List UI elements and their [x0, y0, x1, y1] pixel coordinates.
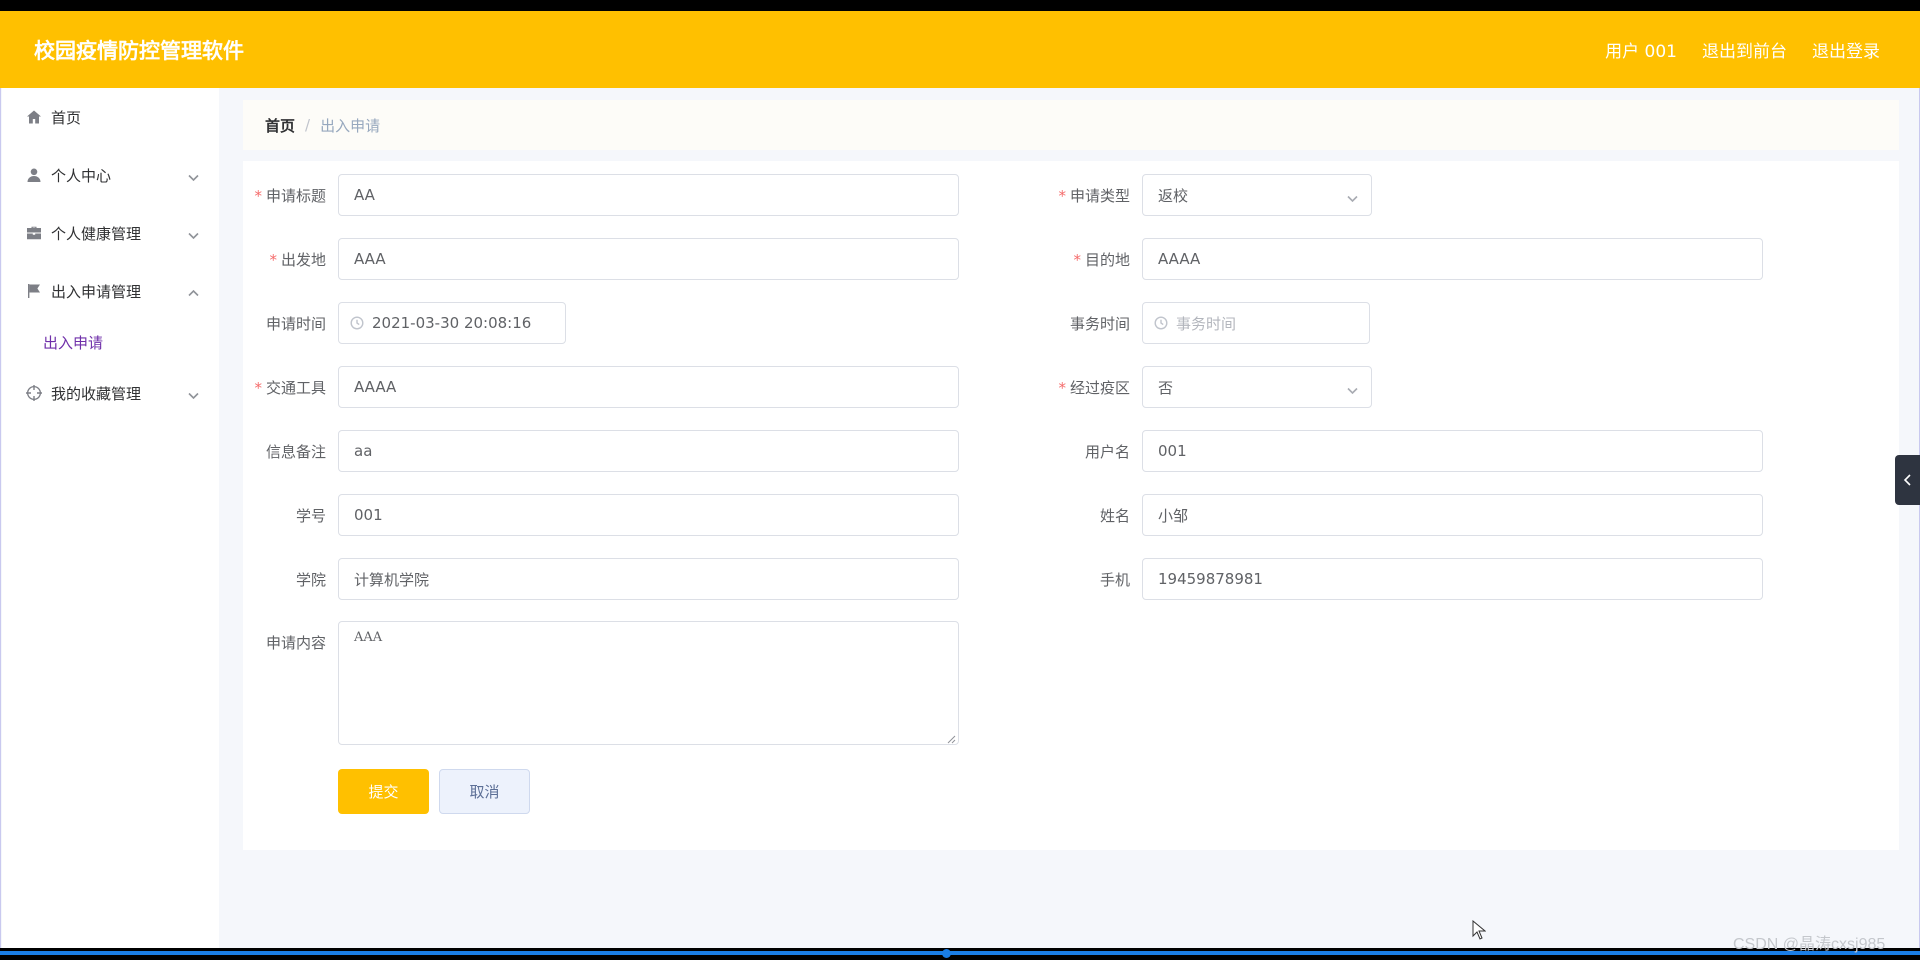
briefcase-icon: [27, 226, 41, 240]
content-textarea[interactable]: AAA: [338, 621, 959, 745]
chevron-down-icon: [1347, 190, 1358, 203]
progress-handle[interactable]: [942, 949, 951, 958]
transport-label: 交通工具: [265, 378, 326, 397]
sidebar-item-label: 出入申请管理: [51, 282, 142, 301]
field-content: 申请内容 AAA: [243, 621, 959, 745]
field-risk-area: * 经过疫区 否: [1045, 366, 1372, 408]
chevron-left-icon: [1903, 474, 1911, 486]
college-label: 学院: [295, 570, 326, 589]
chevron-down-icon: [188, 387, 199, 400]
transport-input[interactable]: AAAA: [338, 366, 959, 408]
side-panel-toggle[interactable]: [1895, 455, 1920, 505]
sidebar-item-home[interactable]: 首页: [2, 88, 219, 146]
chevron-up-icon: [188, 285, 199, 297]
app-body: 首页 个人中心 个人健康管理 出入申请管理 出入申请 我的收藏管理 首页 / 出…: [0, 88, 1920, 948]
event-time-placeholder: 事务时间: [1176, 314, 1237, 333]
content-value: AAA: [354, 630, 383, 645]
clock-icon: [1154, 316, 1168, 330]
username-label: 用户名: [1084, 442, 1130, 461]
apply-time-value: 2021-03-30 20:08:16: [372, 314, 532, 332]
field-phone: 手机 19459878981: [1045, 558, 1763, 600]
resize-handle-icon[interactable]: [947, 733, 956, 744]
field-apply-time: 申请时间 2021-03-30 20:08:16: [243, 302, 566, 344]
note-label: 信息备注: [265, 442, 326, 461]
exit-front-link[interactable]: 退出到前台: [1702, 37, 1787, 62]
flag-icon: [28, 284, 40, 298]
sidebar-item-health[interactable]: 个人健康管理: [2, 204, 219, 262]
sidebar-item-label: 个人健康管理: [51, 224, 142, 243]
target-icon: [26, 385, 42, 401]
user-icon: [27, 168, 41, 182]
risk-area-label: 经过疫区: [1069, 378, 1130, 397]
breadcrumb-home[interactable]: 首页: [265, 115, 295, 136]
sidebar-item-favorites[interactable]: 我的收藏管理: [2, 364, 219, 422]
username-input[interactable]: 001: [1142, 430, 1763, 472]
logout-link[interactable]: 退出登录: [1812, 37, 1880, 62]
field-college: 学院 计算机学院: [243, 558, 959, 600]
apply-time-picker[interactable]: 2021-03-30 20:08:16: [338, 302, 566, 344]
name-input[interactable]: 小邹: [1142, 494, 1763, 536]
field-destination: * 目的地 AAAA: [1045, 238, 1763, 280]
field-event-time: 事务时间 事务时间: [1045, 302, 1370, 344]
video-progress-bar[interactable]: [0, 951, 1920, 955]
chevron-down-icon: [1347, 382, 1358, 395]
field-departure: * 出发地 AAA: [243, 238, 959, 280]
event-time-label: 事务时间: [1069, 314, 1130, 333]
apply-type-label: 申请类型: [1069, 186, 1130, 205]
breadcrumb: 首页 / 出入申请: [243, 100, 1899, 150]
student-id-label: 学号: [295, 506, 326, 525]
sidebar-item-access-apply[interactable]: 出入申请管理: [2, 262, 219, 320]
sidebar-item-personal-center[interactable]: 个人中心: [2, 146, 219, 204]
field-name: 姓名 小邹: [1045, 494, 1763, 536]
breadcrumb-separator: /: [305, 116, 311, 134]
breadcrumb-current: 出入申请: [320, 116, 381, 135]
submit-button[interactable]: 提交: [338, 769, 429, 814]
departure-input[interactable]: AAA: [338, 238, 959, 280]
risk-area-value: 否: [1158, 378, 1174, 397]
apply-form: *申请标题 AA *申请类型 返校 *出发地 AAA *目的地 AAAA: [243, 161, 1899, 850]
apply-title-input[interactable]: AA: [338, 174, 959, 216]
apply-type-value: 返校: [1158, 186, 1189, 205]
apply-time-label: 申请时间: [265, 314, 326, 333]
mouse-cursor-icon: [1472, 919, 1487, 940]
event-time-picker[interactable]: 事务时间: [1142, 302, 1370, 344]
field-note: 信息备注 aa: [243, 430, 959, 472]
field-apply-title: * 申请标题 AA: [243, 174, 959, 216]
window-top-edge: [0, 0, 1920, 11]
app-header: 校园疫情防控管理软件 用户 001 退出到前台 退出登录: [0, 11, 1920, 88]
sidebar-item-label: 个人中心: [51, 166, 112, 185]
phone-label: 手机: [1099, 570, 1130, 589]
destination-input[interactable]: AAAA: [1142, 238, 1763, 280]
app-title: 校园疫情防控管理软件: [34, 38, 244, 63]
sidebar-item-label: 首页: [51, 108, 82, 127]
sidebar-item-label: 我的收藏管理: [51, 384, 142, 403]
name-label: 姓名: [1099, 506, 1130, 525]
main-content: 首页 / 出入申请 *申请标题 AA *申请类型 返校 *出发地 AAA: [243, 100, 1899, 850]
cancel-button[interactable]: 取消: [439, 769, 530, 814]
chevron-down-icon: [188, 169, 199, 182]
sidebar: 首页 个人中心 个人健康管理 出入申请管理 出入申请 我的收藏管理: [2, 88, 219, 948]
departure-label: 出发地: [280, 250, 326, 269]
phone-input[interactable]: 19459878981: [1142, 558, 1763, 600]
header-links: 用户 001 退出到前台 退出登录: [1605, 11, 1880, 88]
note-input[interactable]: aa: [338, 430, 959, 472]
apply-title-label: 申请标题: [265, 186, 326, 205]
chevron-down-icon: [188, 227, 199, 240]
watermark: CSDN @晶涛cxsj985: [1733, 936, 1886, 953]
field-student-id: 学号 001: [243, 494, 959, 536]
student-id-input[interactable]: 001: [338, 494, 959, 536]
destination-label: 目的地: [1084, 250, 1130, 269]
college-input[interactable]: 计算机学院: [338, 558, 959, 600]
clock-icon: [350, 316, 364, 330]
apply-type-select[interactable]: 返校: [1142, 174, 1372, 216]
user-label: 用户 001: [1605, 42, 1677, 62]
home-icon: [27, 110, 41, 124]
field-apply-type: * 申请类型 返校: [1045, 174, 1372, 216]
sidebar-subitem-access-apply[interactable]: 出入申请: [2, 320, 219, 364]
field-username: 用户名 001: [1045, 430, 1763, 472]
risk-area-select[interactable]: 否: [1142, 366, 1372, 408]
field-transport: * 交通工具 AAAA: [243, 366, 959, 408]
content-label: 申请内容: [265, 634, 326, 652]
